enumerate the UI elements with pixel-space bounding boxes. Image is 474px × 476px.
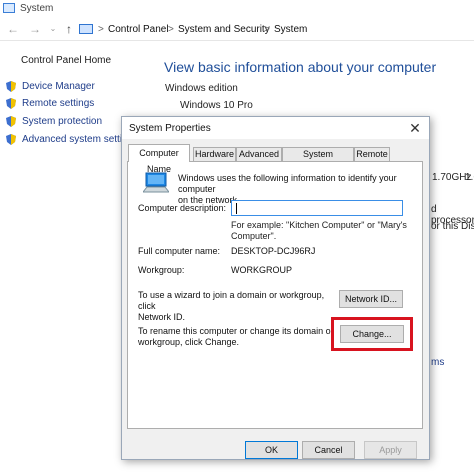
control-panel-home-link[interactable]: Control Panel Home: [21, 55, 111, 66]
computer-description-input[interactable]: [231, 200, 403, 216]
workgroup-value: WORKGROUP: [231, 265, 293, 275]
window-title: System: [20, 3, 54, 14]
forward-arrow-icon[interactable]: →: [28, 22, 42, 36]
tab-advanced[interactable]: Advanced: [236, 147, 282, 161]
ok-button[interactable]: OK: [245, 441, 298, 459]
breadcrumb-separator: >: [168, 24, 174, 35]
shield-icon: [6, 98, 16, 109]
tab-hardware[interactable]: Hardware: [193, 147, 236, 161]
page-heading: View basic information about your comput…: [164, 59, 437, 75]
full-computer-name-value: DESKTOP-DCJ96RJ: [231, 246, 316, 256]
system-properties-dialog: System Properties ✕ Computer Name Hardwa…: [121, 116, 430, 460]
breadcrumb-system-security[interactable]: System and Security: [178, 24, 270, 35]
dialog-title: System Properties: [129, 123, 211, 134]
tab-system-protection[interactable]: System Protection: [282, 147, 354, 171]
system-window-icon: [3, 3, 15, 13]
description-example: For example: "Kitchen Computer" or "Mary…: [231, 220, 407, 241]
shield-icon: [6, 116, 16, 127]
remote-settings-link[interactable]: Remote settings: [22, 98, 94, 109]
cancel-button[interactable]: Cancel: [302, 441, 355, 459]
close-icon[interactable]: ✕: [406, 120, 424, 136]
pen-touch-fragment: or this Displ: [431, 221, 474, 232]
breadcrumb-separator: >: [264, 24, 270, 35]
windows-edition-value: Windows 10 Pro: [180, 100, 253, 111]
breadcrumb-separator: >: [98, 24, 104, 35]
change-settings-link-fragment[interactable]: ms: [431, 357, 444, 368]
computer-name-panel: Windows uses the following information t…: [127, 161, 423, 429]
address-bar[interactable]: ← → ⌄ ↑ > Control Panel > System and Sec…: [0, 19, 474, 41]
tab-computer-name[interactable]: Computer Name: [128, 144, 190, 174]
tab-remote[interactable]: Remote: [354, 147, 390, 161]
recent-chevron-icon[interactable]: ⌄: [46, 22, 60, 36]
workgroup-label: Workgroup:: [138, 265, 185, 275]
system-protection-link[interactable]: System protection: [22, 116, 102, 127]
rename-instructions: To rename this computer or change its do…: [138, 326, 334, 347]
change-button[interactable]: Change...: [340, 325, 404, 343]
network-id-instructions: To use a wizard to join a domain or work…: [138, 290, 325, 322]
dialog-titlebar: System Properties ✕: [122, 117, 429, 139]
back-arrow-icon[interactable]: ←: [6, 22, 20, 36]
breadcrumb-system[interactable]: System: [274, 24, 307, 35]
shield-icon: [6, 81, 16, 92]
windows-edition-label: Windows edition: [165, 83, 238, 94]
device-manager-link[interactable]: Device Manager: [22, 81, 95, 92]
apply-button[interactable]: Apply: [364, 441, 417, 459]
text-caret: [236, 203, 237, 214]
window-titlebar: System: [0, 0, 474, 18]
shield-icon: [6, 134, 16, 145]
computer-description-label: Computer description:: [138, 203, 227, 213]
up-arrow-icon[interactable]: ↑: [62, 22, 76, 36]
control-panel-icon: [79, 24, 93, 34]
full-computer-name-label: Full computer name:: [138, 246, 221, 256]
breadcrumb-control-panel[interactable]: Control Panel: [108, 24, 169, 35]
network-id-button[interactable]: Network ID...: [339, 290, 403, 308]
processor-speed-fragment-2: 1.69: [465, 172, 474, 183]
